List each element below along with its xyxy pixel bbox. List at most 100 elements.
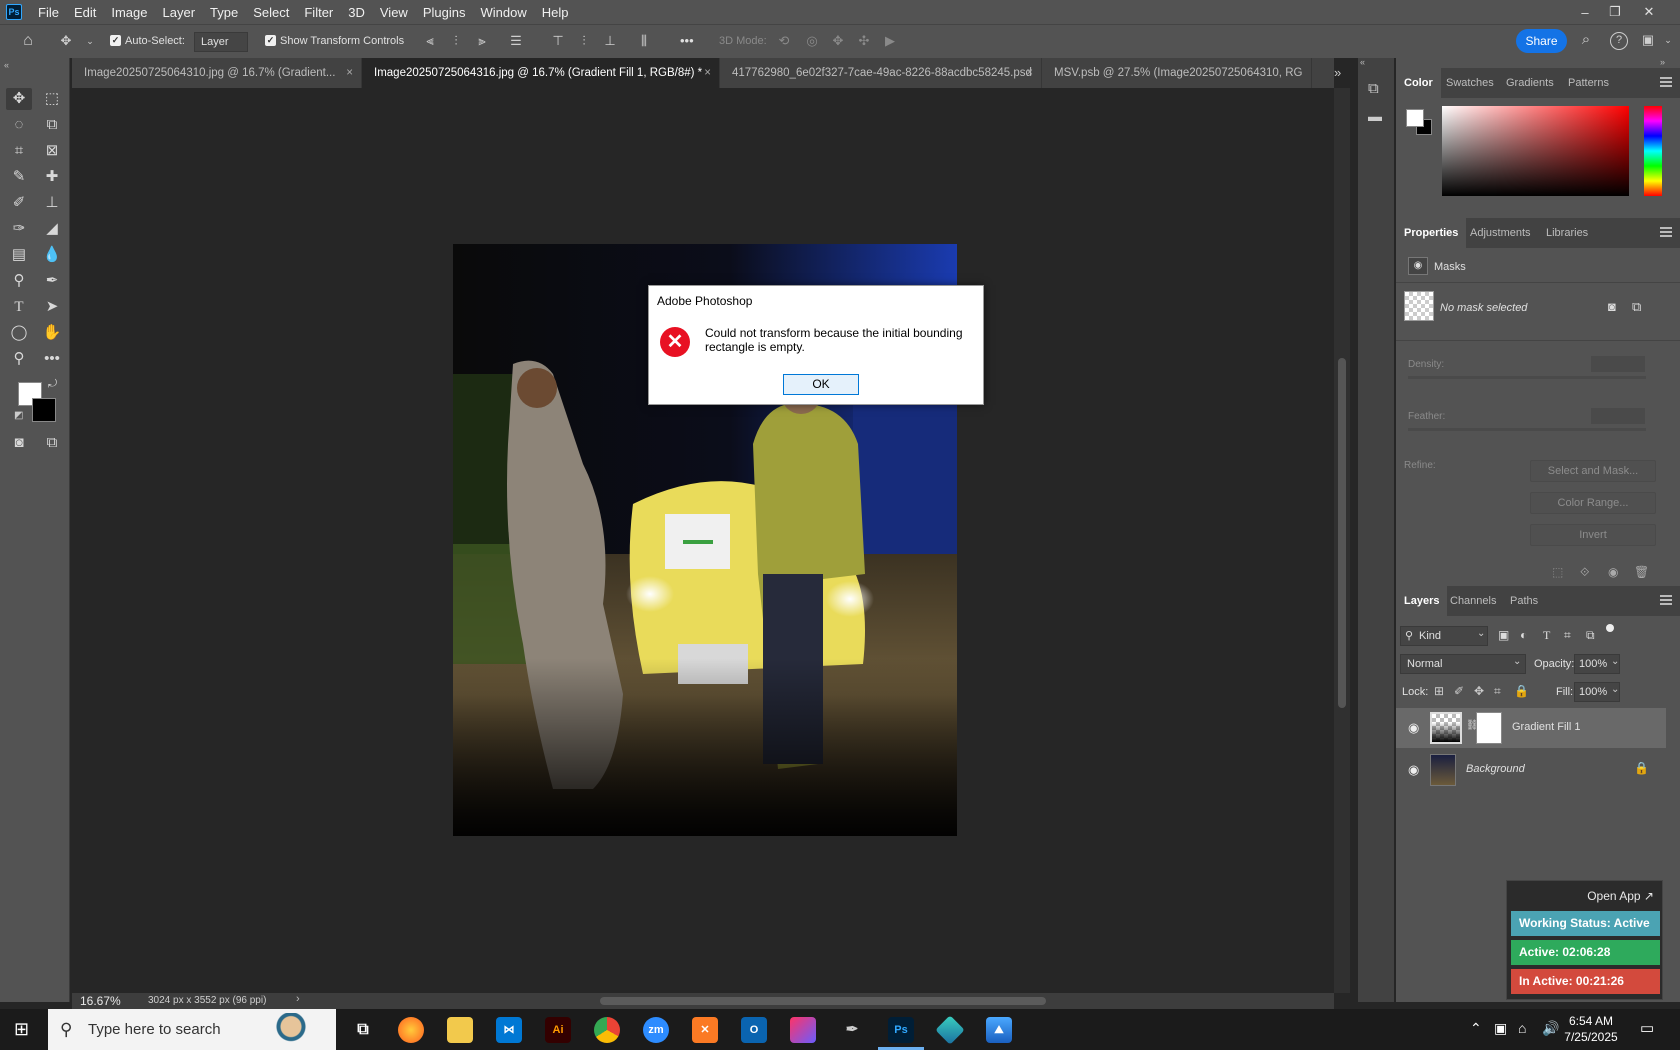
menu-plugins[interactable]: Plugins <box>416 5 474 20</box>
move-tool-icon[interactable]: ✥ <box>6 88 32 110</box>
taskbar-clock[interactable]: 6:54 AM 7/25/2025 <box>1556 1013 1626 1045</box>
gradient-tool-icon[interactable]: ▤ <box>6 244 32 266</box>
load-selection-icon[interactable]: ⬚ <box>1552 565 1563 579</box>
taskbar-search-box[interactable]: ⚲ Type here to search <box>48 1009 336 1050</box>
tab-channels[interactable]: Channels <box>1450 586 1496 616</box>
feather-input[interactable] <box>1591 408 1645 424</box>
history-panel-icon[interactable]: ⧉ <box>1368 80 1379 97</box>
close-icon[interactable]: × <box>1026 58 1033 88</box>
dodge-tool-icon[interactable]: ⚲ <box>6 270 32 292</box>
close-icon[interactable]: × <box>704 58 711 88</box>
color-picker-field[interactable] <box>1442 106 1629 196</box>
tab-color[interactable]: Color <box>1396 68 1441 98</box>
density-input[interactable] <box>1591 356 1645 372</box>
zoom-icon[interactable]: zm <box>643 1017 669 1043</box>
workspace-chevron-icon[interactable]: ⌄ <box>1660 32 1676 48</box>
tab-overflow-icon[interactable]: » <box>1334 65 1341 80</box>
ok-button[interactable]: OK <box>783 374 859 395</box>
menu-edit[interactable]: Edit <box>67 5 104 20</box>
tab-paths[interactable]: Paths <box>1510 586 1538 616</box>
filter-adjustment-icon[interactable]: ◐ <box>1520 628 1527 642</box>
photoshop-icon[interactable]: Ps <box>888 1017 914 1043</box>
vector-mask-icon[interactable]: ⧉ <box>1632 299 1641 315</box>
align-bottom-icon[interactable]: ⊥ <box>602 33 618 49</box>
vertical-scroll-thumb[interactable] <box>1338 358 1346 708</box>
menu-view[interactable]: View <box>373 5 416 20</box>
3d-orbit-icon[interactable]: ⟲ <box>776 33 792 49</box>
tab-adjustments[interactable]: Adjustments <box>1470 218 1531 248</box>
layer-row-gradient-fill[interactable]: ◉ ⛓ Gradient Fill 1 <box>1396 708 1666 748</box>
menu-image[interactable]: Image <box>104 5 155 20</box>
pen-tool-icon[interactable]: ✒ <box>39 270 65 292</box>
auto-select-checkbox[interactable]: ✓ <box>110 35 121 46</box>
apply-mask-icon[interactable]: ⟐ <box>1580 565 1589 580</box>
visibility-icon[interactable]: ◉ <box>1608 565 1618 579</box>
quick-mask-icon[interactable]: ◙ <box>6 432 32 454</box>
tab-image-064310[interactable]: Image20250725064310.jpg @ 16.7% (Gradien… <box>72 58 362 88</box>
align-top-icon[interactable]: ⊤ <box>550 33 566 49</box>
gem-app-icon[interactable] <box>935 1015 965 1045</box>
photos-icon[interactable]: ⛰ <box>986 1017 1012 1043</box>
panel-menu-icon[interactable] <box>1660 227 1672 237</box>
distribute-vertical-icon[interactable]: ⫼ <box>636 33 652 49</box>
network-icon[interactable]: ⌂ <box>1518 1020 1526 1036</box>
fill-input[interactable]: 100% ⌄ <box>1574 682 1620 702</box>
windows-start-icon[interactable]: ⊞ <box>14 1019 29 1040</box>
align-middle-icon[interactable]: ⫶ <box>576 33 592 49</box>
background-color-swatch[interactable] <box>32 398 56 422</box>
pixel-mask-icon[interactable]: ◙ <box>1608 299 1616 314</box>
delete-mask-icon[interactable]: 🗑 <box>1634 565 1649 579</box>
tab-patterns[interactable]: Patterns <box>1568 68 1609 98</box>
layer-row-background[interactable]: ◉ Background 🔒 <box>1396 750 1666 790</box>
panel-menu-icon[interactable] <box>1660 595 1672 605</box>
menu-3d[interactable]: 3D <box>341 5 373 20</box>
hand-tool-icon[interactable]: ✋ <box>39 322 65 344</box>
zoom-level[interactable]: 16.67% <box>80 994 121 1008</box>
search-icon[interactable]: ⌕ <box>1578 32 1594 48</box>
filter-smart-object-icon[interactable]: ⧉ <box>1586 628 1595 643</box>
select-and-mask-button[interactable]: Select and Mask... <box>1530 460 1656 482</box>
panel-menu-icon[interactable] <box>1660 77 1672 87</box>
filter-type-icon[interactable]: T <box>1543 628 1550 643</box>
open-app-link[interactable]: Open App ↗ <box>1587 889 1654 903</box>
3d-slide-icon[interactable]: ✣ <box>856 33 872 49</box>
canvas-area[interactable] <box>72 88 1334 993</box>
pen-tool-icon[interactable]: ✒ <box>839 1017 865 1043</box>
tab-layers[interactable]: Layers <box>1396 586 1448 616</box>
task-view-icon[interactable]: ⧉ <box>350 1017 376 1043</box>
lock-position-icon[interactable]: ✥ <box>1474 684 1484 698</box>
opacity-input[interactable]: 100% ⌄ <box>1574 654 1620 674</box>
lock-image-icon[interactable]: ✐ <box>1454 684 1464 698</box>
status-menu-chevron-icon[interactable]: › <box>296 993 300 1005</box>
tab-libraries[interactable]: Libraries <box>1546 218 1588 248</box>
comments-panel-icon[interactable]: ▬ <box>1368 108 1382 124</box>
horizontal-scroll-thumb[interactable] <box>600 997 1046 1005</box>
minimize-button[interactable]: – <box>1568 0 1602 24</box>
lasso-tool-icon[interactable]: ◌ <box>6 114 32 136</box>
zoom-tool-icon[interactable]: ⚲ <box>6 348 32 370</box>
file-explorer-icon[interactable] <box>447 1017 473 1043</box>
history-brush-tool-icon[interactable]: ✑ <box>6 218 32 240</box>
frame-tool-icon[interactable]: ⊠ <box>39 140 65 162</box>
3d-scale-icon[interactable]: ▶ <box>882 33 898 49</box>
more-options-icon[interactable]: ••• <box>680 33 694 48</box>
default-colors-icon[interactable]: ◩ <box>14 410 23 421</box>
tab-gradients[interactable]: Gradients <box>1506 68 1554 98</box>
close-icon[interactable]: × <box>346 58 353 88</box>
path-select-tool-icon[interactable]: ➤ <box>39 296 65 318</box>
move-tool-icon[interactable]: ✥ <box>58 33 74 49</box>
align-right-icon[interactable]: ⫸ <box>474 33 490 49</box>
lock-all-icon[interactable]: 🔒 <box>1514 684 1529 698</box>
expand-panels-icon[interactable]: « <box>1360 57 1365 67</box>
menu-file[interactable]: File <box>31 5 67 20</box>
foreground-color-swatch[interactable] <box>1406 109 1424 127</box>
tab-image-064316[interactable]: Image20250725064316.jpg @ 16.7% (Gradien… <box>362 58 720 88</box>
tab-swatches[interactable]: Swatches <box>1446 68 1494 98</box>
blur-tool-icon[interactable]: 💧 <box>39 244 65 266</box>
firefox-icon[interactable] <box>398 1017 424 1043</box>
tray-app-icon[interactable]: ▣ <box>1494 1020 1507 1037</box>
color-range-button[interactable]: Color Range... <box>1530 492 1656 514</box>
3d-pan-icon[interactable]: ✥ <box>830 33 846 49</box>
eraser-tool-icon[interactable]: ◢ <box>39 218 65 240</box>
align-center-icon[interactable]: ⫶ <box>448 33 464 49</box>
